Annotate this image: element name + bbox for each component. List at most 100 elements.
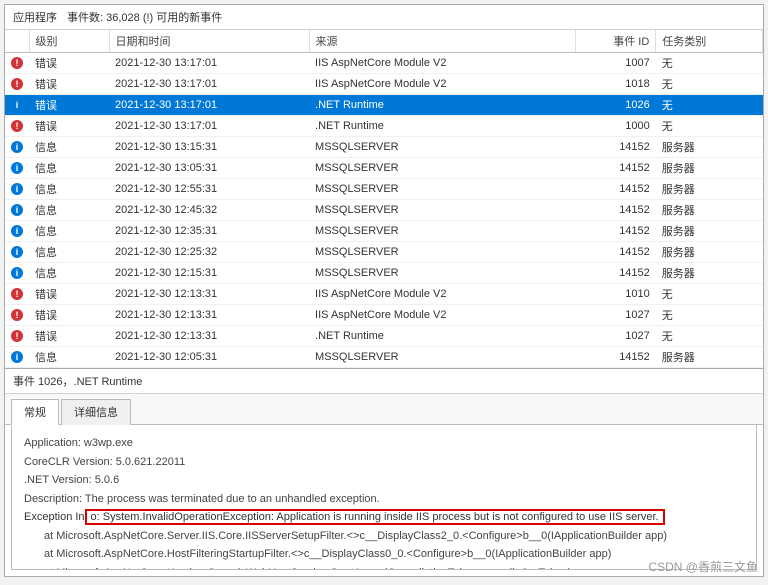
cell-eventid: 14152 [576,242,656,263]
cell-eventid: 1026 [576,95,656,116]
cell-category: 无 [656,95,763,116]
info-icon: i [11,351,23,363]
detail-pane: 事件 1026，.NET Runtime 常规 详细信息 Application… [5,369,763,576]
cell-level: 错误 [29,74,109,95]
cell-datetime: 2021-12-30 12:15:31 [109,263,309,284]
table-row[interactable]: i 信息2021-12-30 12:25:32MSSQLSERVER14152服务… [5,242,763,263]
cell-eventid: 1007 [576,53,656,74]
cell-eventid: 1000 [576,116,656,137]
cell-level: 信息 [29,263,109,284]
detail-body[interactable]: Application: w3wp.exe CoreCLR Version: 5… [11,424,757,570]
cell-category: 服务器 [656,137,763,158]
event-viewer-window: 应用程序 事件数: 36,028 (!) 可用的新事件 级别 日期和时间 来源 … [4,4,764,577]
table-row[interactable]: i信息2021-12-30 12:15:31MSSQLSERVER14152服务… [5,263,763,284]
titlebar: 应用程序 事件数: 36,028 (!) 可用的新事件 [5,5,763,30]
table-row[interactable]: i信息2021-12-30 13:15:31MSSQLSERVER14152服务… [5,137,763,158]
cell-eventid: 1027 [576,326,656,347]
table-row[interactable]: !错误2021-12-30 12:13:31.NET Runtime1027无 [5,326,763,347]
col-eventid[interactable]: 事件 ID [576,30,656,53]
table-row[interactable]: i信息2021-12-30 13:05:31MSSQLSERVER14152服务… [5,158,763,179]
cell-level: 错误 [29,116,109,137]
table-row[interactable]: i信息2021-12-30 12:05:31MSSQLSERVER14152服务… [5,347,763,368]
table-row[interactable]: !错误2021-12-30 12:13:31IIS AspNetCore Mod… [5,305,763,326]
cell-eventid: 14152 [576,179,656,200]
cell-source: MSSQLSERVER [309,200,576,221]
cell-datetime: 2021-12-30 12:05:31 [109,347,309,368]
cell-level: 错误 [29,305,109,326]
cell-datetime: 2021-12-30 12:35:31 [109,221,309,242]
cell-category: 服务器 [656,221,763,242]
exception-highlight: o: System.InvalidOperationException: App… [85,509,665,525]
col-source[interactable]: 来源 [309,30,576,53]
exception-label: Exception In [24,509,85,526]
cell-datetime: 2021-12-30 12:25:32 [109,242,309,263]
cell-category: 服务器 [656,347,763,368]
cell-source: MSSQLSERVER [309,137,576,158]
cell-source: MSSQLSERVER [309,158,576,179]
cell-level: 错误 [29,95,109,116]
table-row[interactable]: i 信息2021-12-30 12:35:31MSSQLSERVER14152服务… [5,221,763,242]
app-label: 应用程序 [13,9,57,25]
cell-source: .NET Runtime [309,326,576,347]
cell-category: 服务器 [656,263,763,284]
tab-general[interactable]: 常规 [11,399,59,425]
info-icon: i [11,246,23,258]
table-row[interactable]: !错误2021-12-30 13:17:01IIS AspNetCore Mod… [5,74,763,95]
info-icon: i [11,204,23,216]
info-icon: i [11,99,23,111]
cell-level: 信息 [29,200,109,221]
cell-source: IIS AspNetCore Module V2 [309,53,576,74]
cell-datetime: 2021-12-30 12:45:32 [109,200,309,221]
info-icon: i [11,141,23,153]
info-icon: i [11,225,23,237]
detail-line: Description: The process was terminated … [24,491,744,508]
detail-line: Application: w3wp.exe [24,435,744,452]
error-icon: ! [11,330,23,342]
event-grid[interactable]: 级别 日期和时间 来源 事件 ID 任务类别 !错误2021-12-30 13:… [5,30,763,369]
cell-source: IIS AspNetCore Module V2 [309,305,576,326]
cell-category: 服务器 [656,242,763,263]
cell-level: 信息 [29,242,109,263]
cell-eventid: 1010 [576,284,656,305]
table-row[interactable]: i信息2021-12-30 12:45:32MSSQLSERVER14152服务… [5,200,763,221]
cell-eventid: 1027 [576,305,656,326]
cell-source: MSSQLSERVER [309,221,576,242]
info-icon: i [11,267,23,279]
stack-line: at Microsoft.AspNetCore.Server.IIS.Core.… [24,528,744,545]
cell-source: IIS AspNetCore Module V2 [309,284,576,305]
stack-line: at Microsoft.AspNetCore.HostFilteringSta… [24,546,744,563]
tab-details[interactable]: 详细信息 [61,399,131,425]
cell-source: IIS AspNetCore Module V2 [309,74,576,95]
cell-level: 信息 [29,221,109,242]
cell-datetime: 2021-12-30 13:05:31 [109,158,309,179]
cell-eventid: 14152 [576,137,656,158]
cell-datetime: 2021-12-30 12:55:31 [109,179,309,200]
cell-datetime: 2021-12-30 13:17:01 [109,116,309,137]
col-category[interactable]: 任务类别 [656,30,763,53]
cell-source: MSSQLSERVER [309,242,576,263]
cell-datetime: 2021-12-30 13:17:01 [109,53,309,74]
table-row[interactable]: !错误2021-12-30 13:17:01.NET Runtime1000无 [5,116,763,137]
error-icon: ! [11,57,23,69]
table-row[interactable]: i错误2021-12-30 13:17:01.NET Runtime1026无 [5,95,763,116]
cell-level: 信息 [29,137,109,158]
cell-source: MSSQLSERVER [309,179,576,200]
detail-line: CoreCLR Version: 5.0.621.22011 [24,454,744,471]
exception-line: Exception Ino: System.InvalidOperationEx… [24,509,744,526]
cell-eventid: 14152 [576,263,656,284]
table-row[interactable]: !错误2021-12-30 13:17:01IIS AspNetCore Mod… [5,53,763,74]
col-level[interactable]: 级别 [29,30,109,53]
cell-source: MSSQLSERVER [309,347,576,368]
column-header-row[interactable]: 级别 日期和时间 来源 事件 ID 任务类别 [5,30,763,53]
table-row[interactable]: !错误2021-12-30 12:13:31IIS AspNetCore Mod… [5,284,763,305]
table-row[interactable]: i信息2021-12-30 12:55:31MSSQLSERVER14152服务… [5,179,763,200]
detail-line: .NET Version: 5.0.6 [24,472,744,489]
cell-category: 无 [656,53,763,74]
cell-eventid: 14152 [576,221,656,242]
col-datetime[interactable]: 日期和时间 [109,30,309,53]
cell-datetime: 2021-12-30 13:17:01 [109,74,309,95]
cell-source: .NET Runtime [309,116,576,137]
cell-datetime: 2021-12-30 12:13:31 [109,305,309,326]
cell-datetime: 2021-12-30 13:17:01 [109,95,309,116]
cell-category: 服务器 [656,200,763,221]
